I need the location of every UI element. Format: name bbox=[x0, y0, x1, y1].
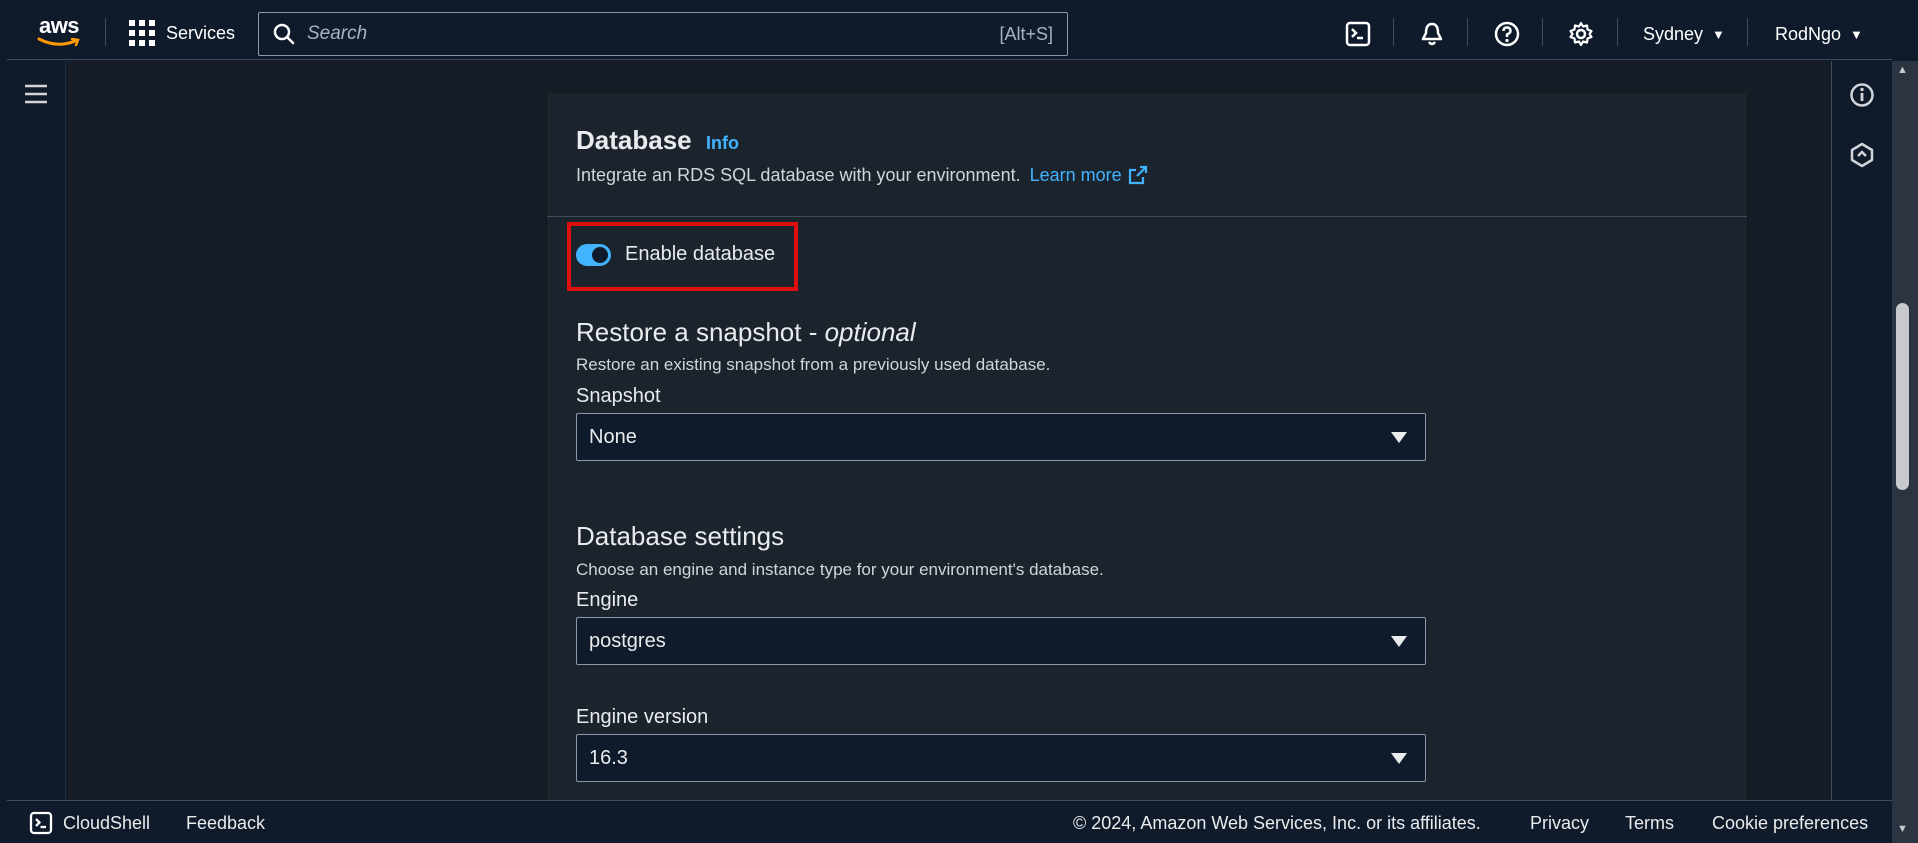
container-header: Database Info Integrate an RDS SQL datab… bbox=[547, 93, 1747, 217]
snapshot-select[interactable]: None bbox=[576, 413, 1426, 461]
terms-link[interactable]: Terms bbox=[1625, 813, 1674, 834]
caret-down-icon bbox=[1391, 635, 1407, 647]
engine-value: postgres bbox=[589, 629, 666, 652]
info-link[interactable]: Info bbox=[706, 133, 739, 154]
services-menu-button[interactable]: Services bbox=[129, 18, 235, 48]
search-box[interactable]: [Alt+S] bbox=[258, 12, 1068, 56]
scroll-up-icon[interactable]: ▲ bbox=[1897, 64, 1908, 76]
help-icon[interactable] bbox=[1493, 20, 1521, 48]
caret-down-icon: ▼ bbox=[1712, 27, 1725, 42]
snapshot-value: None bbox=[589, 425, 637, 448]
region-selector[interactable]: Sydney ▼ bbox=[1643, 24, 1725, 45]
settings-gear-icon[interactable] bbox=[1567, 20, 1595, 48]
nav-divider bbox=[105, 18, 106, 46]
account-menu[interactable]: RodNgo ▼ bbox=[1775, 24, 1863, 45]
feedback-link[interactable]: Feedback bbox=[186, 813, 265, 834]
cookie-preferences-link[interactable]: Cookie preferences bbox=[1712, 813, 1868, 834]
aws-logo-text: aws bbox=[38, 13, 80, 38]
region-label: Sydney bbox=[1643, 24, 1704, 44]
search-input[interactable] bbox=[307, 23, 1000, 45]
engine-version-value: 16.3 bbox=[589, 746, 628, 769]
help-panel-icon[interactable] bbox=[1849, 142, 1875, 168]
database-settings-description: Choose an engine and instance type for y… bbox=[576, 560, 1104, 579]
main-content: Database Info Integrate an RDS SQL datab… bbox=[67, 61, 1831, 800]
search-icon bbox=[273, 23, 295, 45]
engine-select[interactable]: postgres bbox=[576, 617, 1426, 665]
privacy-link[interactable]: Privacy bbox=[1530, 813, 1589, 834]
account-label: RodNgo bbox=[1775, 24, 1842, 44]
database-container: Database Info Integrate an RDS SQL datab… bbox=[547, 93, 1747, 800]
cloudshell-icon[interactable] bbox=[1344, 20, 1372, 48]
learn-more-link[interactable]: Learn more bbox=[1030, 165, 1148, 185]
nav-divider bbox=[1542, 18, 1543, 46]
bell-icon[interactable] bbox=[1418, 20, 1446, 48]
caret-down-icon bbox=[1391, 431, 1407, 443]
database-settings-heading: Database settings bbox=[576, 521, 785, 551]
nav-divider bbox=[1747, 18, 1748, 46]
caret-down-icon: ▼ bbox=[1850, 27, 1863, 42]
scrollbar-thumb[interactable] bbox=[1896, 303, 1909, 490]
external-link-icon bbox=[1128, 165, 1147, 185]
cloudshell-label: CloudShell bbox=[63, 812, 151, 833]
copyright-text: © 2024, Amazon Web Services, Inc. or its… bbox=[1073, 813, 1481, 833]
nav-divider bbox=[1467, 18, 1468, 46]
page-title: Database bbox=[576, 125, 692, 155]
info-panel-icon[interactable] bbox=[1849, 82, 1875, 108]
nav-divider bbox=[1617, 18, 1618, 46]
engine-label: Engine bbox=[576, 589, 639, 611]
footer: CloudShell Feedback © 2024, Amazon Web S… bbox=[7, 800, 1892, 843]
left-rail bbox=[7, 61, 66, 800]
engine-version-select[interactable]: 16.3 bbox=[576, 734, 1426, 782]
restore-snapshot-heading: Restore a snapshot - optional bbox=[576, 317, 916, 347]
hamburger-menu-icon[interactable] bbox=[24, 83, 48, 105]
cloudshell-button[interactable]: CloudShell bbox=[29, 811, 150, 835]
restore-snapshot-description: Restore an existing snapshot from a prev… bbox=[576, 355, 1051, 374]
grid-icon bbox=[129, 20, 155, 46]
top-navigation: aws Services [Alt+S] bbox=[7, 4, 1892, 60]
description-text: Integrate an RDS SQL database with your … bbox=[576, 165, 1021, 185]
search-shortcut: [Alt+S] bbox=[999, 23, 1053, 44]
engine-version-label: Engine version bbox=[576, 706, 709, 728]
caret-down-icon bbox=[1391, 752, 1407, 764]
scroll-down-icon[interactable]: ▼ bbox=[1897, 823, 1908, 835]
highlight-box bbox=[567, 222, 798, 291]
snapshot-label: Snapshot bbox=[576, 385, 661, 407]
cloudshell-icon bbox=[29, 811, 53, 835]
aws-smile-icon bbox=[37, 37, 80, 47]
section-description: Integrate an RDS SQL database with your … bbox=[576, 165, 1148, 186]
right-rail bbox=[1831, 61, 1892, 800]
services-label: Services bbox=[166, 22, 236, 43]
aws-logo[interactable]: aws bbox=[33, 13, 85, 50]
nav-divider bbox=[1393, 18, 1394, 46]
